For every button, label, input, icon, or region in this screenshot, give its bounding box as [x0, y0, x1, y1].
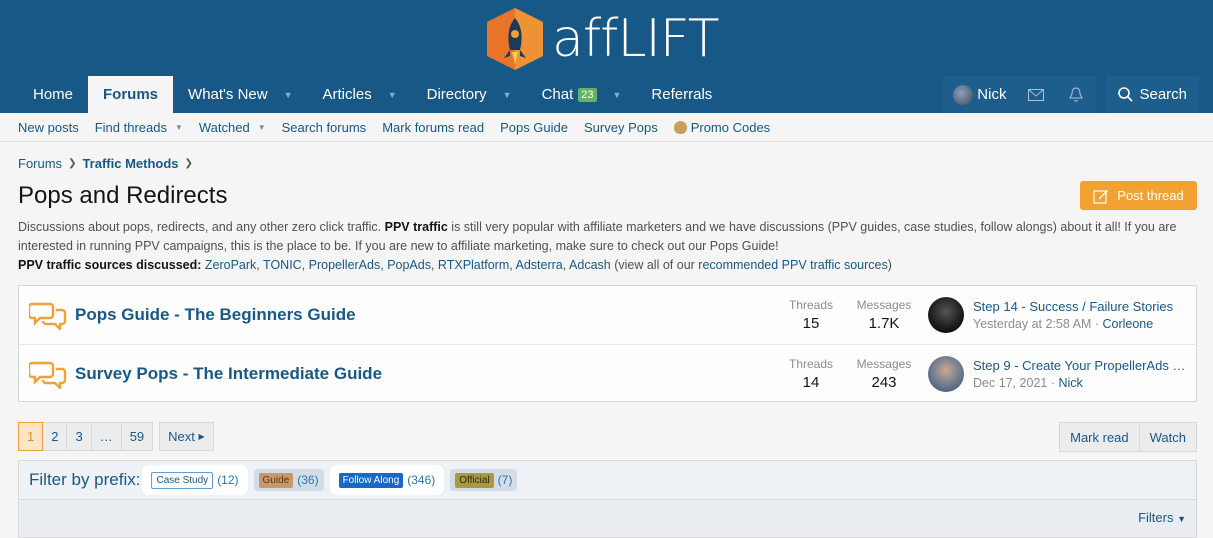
breadcrumb-traffic-methods[interactable]: Traffic Methods	[82, 156, 178, 171]
avatar[interactable]	[928, 297, 964, 333]
logo-wordmark: affLIFT	[552, 9, 720, 69]
last-post: Step 14 - Success / Failure Stories Yest…	[973, 299, 1193, 331]
search-button[interactable]: Search	[1106, 76, 1199, 113]
subnav-search-forums[interactable]: Search forums	[282, 120, 367, 135]
last-post-user[interactable]: Nick	[1058, 376, 1082, 390]
nav-chat[interactable]: Chat 23 ▼	[527, 76, 637, 113]
threads-stat: Threads 14	[788, 356, 834, 391]
last-post-title[interactable]: Step 14 - Success / Failure Stories	[973, 299, 1193, 314]
chevron-down-icon[interactable]: ▼	[503, 90, 512, 100]
money-bag-icon	[673, 120, 687, 134]
prefix-filter-follow-along[interactable]: Follow Along (346)	[333, 469, 441, 491]
prefix-filter-bar: Filter by prefix: Case Study (12) Guide …	[19, 461, 1196, 499]
last-post-time[interactable]: Dec 17, 2021	[973, 376, 1047, 390]
filters-button[interactable]: Filters ▼	[1138, 510, 1186, 525]
pencil-icon	[1093, 189, 1109, 204]
subforum-title[interactable]: Pops Guide - The Beginners Guide	[75, 305, 356, 325]
nav-forums[interactable]: Forums	[88, 76, 174, 113]
watch-button[interactable]: Watch	[1139, 422, 1197, 452]
chevron-right-icon: ❯	[68, 158, 77, 169]
source-link[interactable]: PropellerAds	[309, 258, 381, 272]
source-link[interactable]: Adsterra	[516, 258, 563, 272]
last-post-title[interactable]: Step 9 - Create Your PropellerAds …	[973, 358, 1193, 373]
page-3-button[interactable]: 3	[67, 422, 92, 451]
breadcrumb-forums[interactable]: Forums	[18, 156, 62, 171]
filters-row: Filters ▼	[19, 499, 1196, 537]
filter-label: Filter by prefix:	[29, 470, 141, 489]
breadcrumb: Forums ❯ Traffic Methods ❯	[18, 156, 199, 171]
last-post: Step 9 - Create Your PropellerAds … Dec …	[973, 358, 1193, 390]
chat-bubbles-icon	[29, 361, 67, 389]
nav-articles[interactable]: Articles ▼	[308, 76, 412, 113]
source-link[interactable]: PopAds	[387, 258, 431, 272]
subforum-row[interactable]: Survey Pops - The Intermediate Guide Thr…	[19, 344, 1196, 402]
rocket-icon	[487, 8, 543, 70]
subforum-title[interactable]: Survey Pops - The Intermediate Guide	[75, 364, 382, 384]
last-post-time[interactable]: Yesterday at 2:58 AM	[973, 317, 1091, 331]
subnav-mark-forums-read[interactable]: Mark forums read	[382, 120, 484, 135]
chevron-down-icon[interactable]: ▼	[284, 90, 293, 100]
user-menu[interactable]: Nick	[943, 76, 1017, 113]
chevron-down-icon[interactable]: ▼	[613, 90, 622, 100]
next-page-button[interactable]: Next ▶	[159, 422, 214, 451]
post-thread-button[interactable]: Post thread	[1080, 181, 1197, 210]
avatar	[953, 84, 974, 105]
nav-directory[interactable]: Directory ▼	[412, 76, 527, 113]
subnav-new-posts[interactable]: New posts	[18, 120, 79, 135]
last-post-user[interactable]: Corleone	[1102, 317, 1153, 331]
prefix-filter-case-study[interactable]: Case Study (12)	[146, 469, 244, 491]
bell-icon[interactable]	[1056, 76, 1097, 113]
inbox-icon[interactable]	[1016, 76, 1057, 113]
nav-home[interactable]: Home	[18, 76, 88, 113]
recommended-sources-link[interactable]: recommended PPV traffic sources	[698, 258, 887, 272]
prefix-filter-official[interactable]: Official (7)	[450, 469, 518, 491]
chevron-right-icon: ❯	[184, 158, 193, 169]
chat-bubbles-icon	[29, 302, 67, 330]
source-link[interactable]: RTXPlatform	[438, 258, 509, 272]
subnav-survey-pops[interactable]: Survey Pops	[584, 120, 658, 135]
source-link[interactable]: ZeroPark	[205, 258, 256, 272]
forum-actions: Mark read Watch	[1059, 422, 1197, 452]
page-59-button[interactable]: 59	[121, 422, 154, 451]
chat-count-badge: 23	[578, 87, 597, 102]
mark-read-button[interactable]: Mark read	[1059, 422, 1140, 452]
sub-nav: New posts Find threads ▼ Watched ▼ Search …	[0, 113, 1213, 142]
threads-stat: Threads 15	[788, 298, 834, 332]
page-jump-button[interactable]: …	[91, 422, 122, 451]
subnav-promo-codes[interactable]: Promo Codes	[673, 120, 770, 135]
pagination: 1 2 3 … 59 Next ▶	[18, 422, 214, 451]
chevron-down-icon: ▼	[1177, 514, 1186, 524]
site-header: affLIFT	[0, 0, 1213, 76]
page-2-button[interactable]: 2	[43, 422, 68, 451]
avatar[interactable]	[928, 355, 964, 392]
search-icon	[1118, 87, 1134, 102]
subnav-watched[interactable]: Watched ▼	[199, 120, 266, 135]
nav-whats-new[interactable]: What's New ▼	[173, 76, 307, 113]
subnav-find-threads[interactable]: Find threads ▼	[95, 120, 183, 135]
chevron-right-icon: ▶	[198, 432, 205, 441]
messages-stat: Messages 1.7K	[856, 298, 912, 332]
forum-description: Discussions about pops, redirects, and a…	[18, 220, 1177, 272]
source-link[interactable]: TONIC	[263, 258, 302, 272]
thread-filter-block: Filter by prefix: Case Study (12) Guide …	[18, 460, 1197, 538]
page-title: Pops and Redirects	[18, 182, 228, 209]
page-1-button[interactable]: 1	[18, 422, 44, 451]
prefix-filter-guide[interactable]: Guide (36)	[253, 469, 324, 491]
subnav-pops-guide[interactable]: Pops Guide	[500, 120, 568, 135]
chevron-down-icon[interactable]: ▼	[175, 123, 183, 132]
messages-stat: Messages 243	[856, 356, 912, 391]
subforum-row[interactable]: Pops Guide - The Beginners Guide Threads…	[19, 286, 1196, 344]
chevron-down-icon[interactable]: ▼	[388, 90, 397, 100]
main-nav: Home Forums What's New ▼ Articles ▼ Direct…	[0, 76, 1213, 113]
chevron-down-icon[interactable]: ▼	[258, 123, 266, 132]
afflift-logo[interactable]: affLIFT	[482, 6, 720, 72]
source-link[interactable]: Adcash	[569, 258, 611, 272]
nav-referrals[interactable]: Referrals	[636, 76, 727, 113]
subforum-list: Pops Guide - The Beginners Guide Threads…	[18, 285, 1197, 402]
